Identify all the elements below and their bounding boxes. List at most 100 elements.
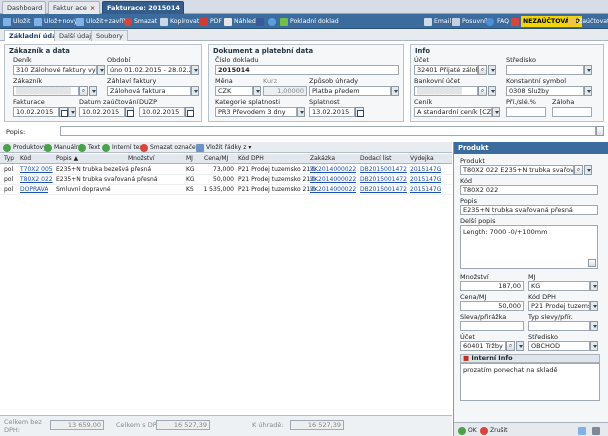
close-icon[interactable]: × bbox=[183, 4, 184, 12]
col-order[interactable]: Zakázka bbox=[310, 155, 335, 162]
table-row[interactable]: pol T80X2 022 E235+N trubka svařovaná přes… bbox=[0, 175, 452, 185]
period-dropdown[interactable] bbox=[191, 65, 199, 75]
col-qty[interactable]: Množství bbox=[128, 155, 155, 162]
col-type[interactable]: Typ bbox=[4, 155, 14, 162]
cell-dlist[interactable]: DB2015001472 bbox=[360, 176, 407, 183]
search-icon[interactable]: ⌕ bbox=[478, 65, 487, 75]
delete-button[interactable]: Smazat bbox=[124, 16, 157, 27]
item-center-field[interactable]: OBCHOD bbox=[528, 341, 590, 351]
post-button[interactable]: Zaúčtovat bbox=[568, 16, 608, 27]
add-internal-text-button[interactable]: Interní text bbox=[102, 143, 145, 152]
item-account-dropdown[interactable] bbox=[516, 341, 524, 351]
save-icon[interactable] bbox=[578, 426, 586, 435]
cell-code[interactable]: T80X2 022 bbox=[20, 176, 53, 183]
duzp-date-field[interactable]: 10.02.2015 bbox=[139, 107, 185, 117]
cell-issue[interactable]: 2015147G bbox=[410, 176, 441, 183]
percent-field[interactable] bbox=[506, 107, 546, 117]
vat-field[interactable]: P21 Prodej tuzems bbox=[528, 301, 590, 311]
copy-button[interactable]: Kopírovat bbox=[160, 16, 199, 27]
discount-field[interactable] bbox=[460, 321, 524, 331]
col-issue[interactable]: Výdejka bbox=[410, 155, 434, 162]
email-button[interactable]: Email bbox=[424, 16, 451, 27]
discount-type-dropdown[interactable] bbox=[590, 321, 598, 331]
product-field[interactable]: T80X2 022 E235+N trubka svařovaná bbox=[460, 165, 574, 175]
const-symbol-field[interactable]: 0308 Služby bbox=[506, 86, 584, 96]
bank-dropdown[interactable] bbox=[488, 86, 496, 96]
currency-dropdown[interactable] bbox=[253, 86, 261, 96]
customer-dropdown[interactable] bbox=[89, 86, 97, 96]
header-field[interactable]: Zálohová faktura bbox=[107, 86, 191, 96]
cancel-button[interactable]: Zrušit bbox=[480, 426, 508, 435]
search-icon[interactable]: ⌕ bbox=[574, 165, 583, 175]
save-button[interactable]: Uložit bbox=[3, 16, 30, 27]
search-icon[interactable]: ⌕ bbox=[506, 341, 515, 351]
table-row[interactable]: pol DOPRAVA Smluvní dopravné KS 1 535,000 P21… bbox=[0, 185, 452, 195]
search-icon[interactable]: ⌕ bbox=[478, 86, 487, 96]
ok-button[interactable]: OK bbox=[458, 426, 477, 435]
tab-fakturace[interactable]: Faktur ace × bbox=[48, 1, 100, 14]
delete-marked-button[interactable]: Smazat označené bbox=[140, 143, 203, 152]
cash-document-button[interactable]: Pokladní doklad bbox=[280, 16, 339, 27]
col-unit[interactable]: MJ bbox=[186, 155, 193, 162]
calendar-icon[interactable] bbox=[185, 107, 194, 117]
add-manual-button[interactable]: Manuální bbox=[44, 143, 81, 152]
book-dropdown[interactable] bbox=[97, 65, 105, 75]
book-field[interactable]: 310 Zálohové faktury vydan bbox=[13, 65, 97, 75]
expand-icon[interactable] bbox=[588, 259, 596, 267]
cell-order[interactable]: ZK2014000022 bbox=[310, 186, 356, 193]
internal-info-textarea[interactable]: prozatím ponechat na skladě bbox=[460, 363, 600, 401]
const-dropdown[interactable] bbox=[584, 86, 592, 96]
long-desc-textarea[interactable]: Length: 7000 -0/+100mm bbox=[460, 225, 598, 269]
price-field[interactable]: 50,000 bbox=[460, 301, 524, 311]
maturity-dropdown[interactable] bbox=[297, 107, 305, 117]
cell-order[interactable]: ZK2014000022 bbox=[310, 176, 356, 183]
customer-field[interactable]: ▒▒▒▒▒▒▒▒▒▒▒ bbox=[13, 86, 79, 96]
maturity-category-field[interactable]: PR3 Převodem 3 dny bbox=[215, 107, 297, 117]
deposit-field[interactable] bbox=[552, 107, 592, 117]
item-center-dropdown[interactable] bbox=[590, 341, 598, 351]
postman-button[interactable]: Posuvník bbox=[452, 16, 489, 27]
payment-field[interactable]: Platba předem bbox=[309, 86, 391, 96]
header-dropdown[interactable] bbox=[191, 86, 199, 96]
cell-code[interactable]: T70X2 005 bbox=[20, 166, 53, 173]
document-number-field[interactable]: 2015014 bbox=[215, 65, 399, 75]
col-vat[interactable]: Kód DPH bbox=[238, 155, 264, 162]
item-account-field[interactable]: 60401 Tržby bbox=[460, 341, 506, 351]
cell-dlist[interactable]: DB2015001472 bbox=[360, 186, 407, 193]
faq-button[interactable]: FAQ bbox=[497, 16, 509, 27]
qty-field[interactable]: 187,00 bbox=[460, 281, 524, 291]
center-field[interactable] bbox=[506, 65, 584, 75]
cell-dlist[interactable]: DB2015001472 bbox=[360, 166, 407, 173]
close-icon[interactable] bbox=[592, 426, 600, 435]
calendar-icon[interactable] bbox=[355, 107, 364, 117]
discount-type-field[interactable] bbox=[528, 321, 590, 331]
pricelist-field[interactable]: A standardní ceník [CZK] bbox=[414, 107, 492, 117]
col-code[interactable]: Kód bbox=[20, 155, 31, 162]
bank-account-field[interactable]: ▒▒▒▒▒▒▒▒▒ bbox=[414, 86, 478, 96]
facebook-button[interactable] bbox=[256, 16, 264, 27]
help-button[interactable] bbox=[486, 16, 494, 27]
preview-button[interactable]: Náhled bbox=[224, 16, 256, 27]
col-desc[interactable]: Popis ▲ bbox=[56, 155, 78, 162]
calendar-icon[interactable] bbox=[59, 107, 68, 117]
code-field[interactable]: T80X2 022 bbox=[460, 185, 598, 195]
vat-dropdown[interactable] bbox=[590, 301, 598, 311]
tab-dashboard[interactable]: Dashboard bbox=[2, 1, 46, 14]
due-date-field[interactable]: 13.02.2015 bbox=[309, 107, 355, 117]
note-field[interactable] bbox=[60, 126, 596, 136]
cell-code[interactable]: DOPRAVA bbox=[20, 186, 48, 193]
add-product-button[interactable]: Produktový bbox=[3, 143, 47, 152]
invoicing-dropdown[interactable] bbox=[68, 107, 76, 117]
cell-order[interactable]: ZK2014000022 bbox=[310, 166, 356, 173]
payment-dropdown[interactable] bbox=[391, 86, 399, 96]
unit-dropdown[interactable] bbox=[590, 281, 598, 291]
col-delivery-list[interactable]: Dodací list bbox=[360, 155, 391, 162]
account-field[interactable]: 32401 Přijaté zálohy bbox=[414, 65, 478, 75]
save-new-button[interactable]: Ulož+nový bbox=[34, 16, 78, 27]
cell-issue[interactable]: 2015147G bbox=[410, 166, 441, 173]
account-dropdown[interactable] bbox=[488, 65, 496, 75]
col-price[interactable]: Cena/MJ bbox=[204, 155, 228, 162]
period-field[interactable]: úno 01.02.2015 - 28.02.20 bbox=[107, 65, 191, 75]
close-icon[interactable]: × bbox=[90, 4, 95, 12]
cell-issue[interactable]: 2015147G bbox=[410, 186, 441, 193]
